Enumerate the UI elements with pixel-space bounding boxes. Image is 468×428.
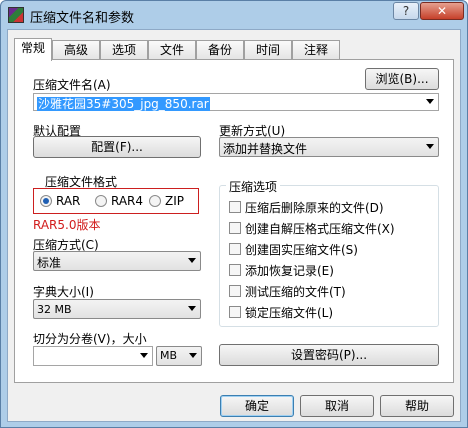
rar5-note: RAR5.0版本 xyxy=(33,218,101,232)
dictionary-size-label: 字典大小(I) xyxy=(33,285,94,299)
archive-name-input[interactable]: 沙雅花园35#305_jpg_850.rar xyxy=(33,93,439,111)
dialog-client: 常规 高级 选项 文件 备份 时间 注释 压缩文件名(A) 浏览(B)... 沙… xyxy=(7,29,461,422)
sfx-label[interactable]: 创建自解压格式压缩文件(X) xyxy=(245,220,395,237)
set-password-button[interactable]: 设置密码(P)... xyxy=(219,344,439,366)
format-zip-label[interactable]: ZIP xyxy=(165,194,184,208)
lock-archive-label[interactable]: 锁定压缩文件(L) xyxy=(245,304,333,321)
tab-time[interactable]: 时间 xyxy=(244,40,292,60)
tab-general[interactable]: 常规 xyxy=(14,38,52,61)
dictionary-size-value: 32 MB xyxy=(37,303,72,316)
profiles-button[interactable]: 配置(F)... xyxy=(33,136,201,158)
close-button[interactable]: ✕ xyxy=(420,2,464,20)
delete-after-label[interactable]: 压缩后删除原来的文件(D) xyxy=(245,199,384,216)
volume-unit-select[interactable]: MB xyxy=(156,346,202,366)
format-rar-radio[interactable] xyxy=(40,195,52,207)
cancel-button[interactable]: 取消 xyxy=(300,395,374,417)
chevron-down-icon xyxy=(188,258,196,263)
test-files-label[interactable]: 测试压缩的文件(T) xyxy=(245,283,346,300)
dictionary-size-select[interactable]: 32 MB xyxy=(33,299,201,319)
solid-checkbox[interactable] xyxy=(229,243,241,255)
recovery-record-checkbox[interactable] xyxy=(229,264,241,276)
tab-backup[interactable]: 备份 xyxy=(196,40,244,60)
archive-name-value: 沙雅花园35#305_jpg_850.rar xyxy=(37,97,210,111)
volume-size-input[interactable] xyxy=(33,346,153,366)
test-files-checkbox[interactable] xyxy=(229,285,241,297)
compression-method-select[interactable]: 标准 xyxy=(33,251,201,271)
window-title: 压缩文件名和参数 xyxy=(30,11,135,26)
compression-method-value: 标准 xyxy=(37,256,62,270)
tab-advanced[interactable]: 高级 xyxy=(52,40,100,60)
solid-label[interactable]: 创建固实压缩文件(S) xyxy=(245,241,358,258)
browse-button[interactable]: 浏览(B)... xyxy=(365,68,439,90)
archive-options-title: 压缩选项 xyxy=(226,178,281,195)
recovery-record-label[interactable]: 添加恢复记录(E) xyxy=(245,262,334,279)
lock-archive-checkbox[interactable] xyxy=(229,306,241,318)
dialog-window: 压缩文件名和参数 ? ✕ 常规 高级 选项 文件 备份 时间 注释 压缩文件名(… xyxy=(0,0,468,428)
update-mode-select[interactable]: 添加并替换文件 xyxy=(219,137,439,157)
tab-options[interactable]: 选项 xyxy=(100,40,148,60)
help-button[interactable]: 帮助 xyxy=(380,395,454,417)
delete-after-checkbox[interactable] xyxy=(229,201,241,213)
chevron-down-icon xyxy=(426,144,434,149)
title-bar[interactable]: 压缩文件名和参数 ? ✕ xyxy=(1,1,467,29)
format-zip-radio[interactable] xyxy=(149,195,161,207)
archive-name-label: 压缩文件名(A) xyxy=(33,78,111,92)
format-rar4-label[interactable]: RAR4 xyxy=(111,194,143,208)
format-rar4-radio[interactable] xyxy=(95,195,107,207)
tab-comment[interactable]: 注释 xyxy=(292,40,340,60)
chevron-down-icon xyxy=(189,353,197,358)
chevron-down-icon[interactable] xyxy=(140,353,148,358)
split-volumes-label: 切分为分卷(V)，大小 xyxy=(33,332,147,346)
format-rar-label[interactable]: RAR xyxy=(56,194,80,208)
chevron-down-icon[interactable] xyxy=(426,99,434,104)
general-panel: 压缩文件名(A) 浏览(B)... 沙雅花园35#305_jpg_850.rar… xyxy=(14,59,454,383)
volume-unit-value: MB xyxy=(160,349,178,362)
sfx-checkbox[interactable] xyxy=(229,222,241,234)
chevron-down-icon xyxy=(188,306,196,311)
winrar-app-icon xyxy=(8,7,24,23)
tab-files[interactable]: 文件 xyxy=(148,40,196,60)
help-title-button[interactable]: ? xyxy=(393,2,419,20)
ok-button[interactable]: 确定 xyxy=(220,395,294,417)
update-mode-value: 添加并替换文件 xyxy=(223,142,308,156)
